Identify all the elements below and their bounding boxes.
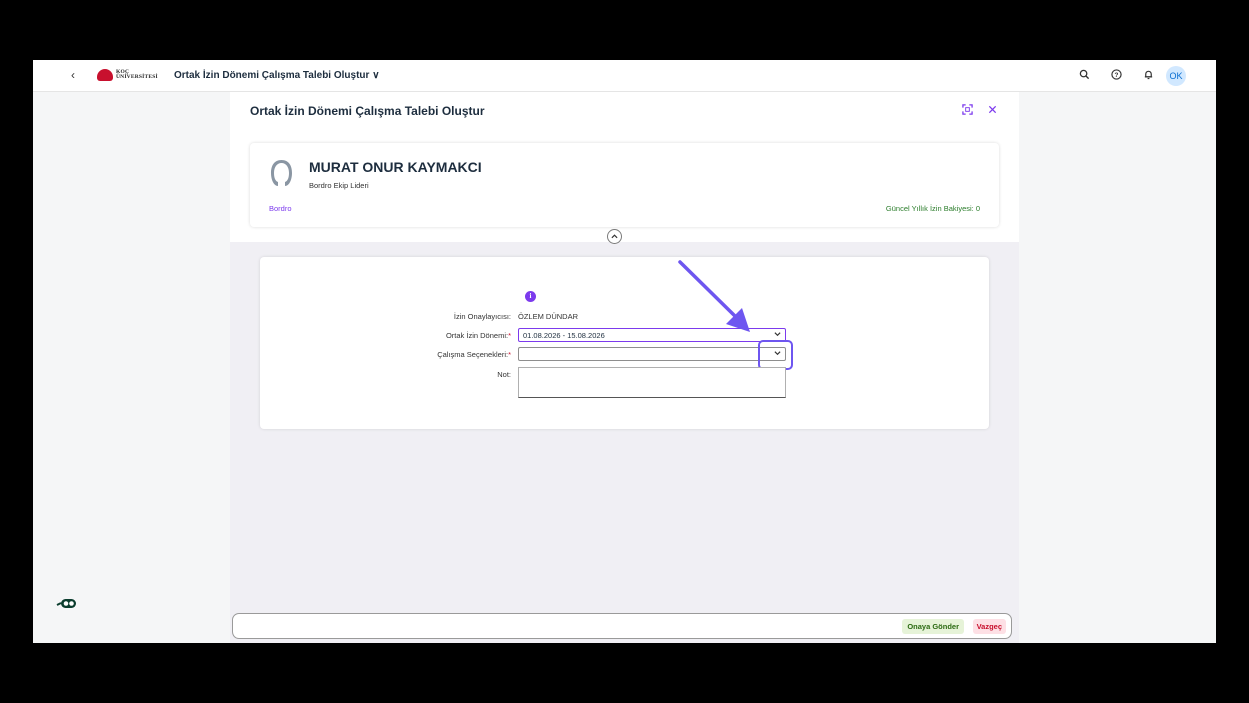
note-textarea[interactable] (518, 367, 786, 398)
employee-card: MURAT ONUR KAYMAKCI Bordro Ekip Lideri B… (250, 143, 999, 227)
logo-mark-icon (97, 69, 113, 81)
close-icon[interactable] (985, 104, 999, 118)
person-placeholder-icon (271, 160, 292, 186)
dropdown-highlight-box (758, 340, 793, 370)
options-label: Çalışma Seçenekleri:* (437, 350, 511, 359)
back-icon[interactable]: ‹ (71, 68, 75, 82)
employee-department-link[interactable]: Bordro (269, 204, 292, 213)
app-window: ‹ KOÇ ÜNİVERSİTESİ Ortak İzin Dönemi Çal… (33, 60, 1216, 643)
request-form-card: i İzin Onaylayıcısı: ÖZLEM DÜNDAR Ortak … (260, 257, 989, 429)
logo-text: KOÇ ÜNİVERSİTESİ (116, 69, 158, 80)
note-label: Not: (497, 370, 511, 379)
svg-text:?: ? (1114, 72, 1118, 79)
bell-icon[interactable] (1141, 69, 1155, 83)
collapse-header-button[interactable] (607, 229, 622, 244)
required-mark: * (508, 350, 511, 359)
logo-line-2: ÜNİVERSİTESİ (116, 74, 158, 80)
period-label: Ortak İzin Dönemi:* (446, 331, 511, 340)
approver-label: İzin Onaylayıcısı: (453, 312, 511, 321)
period-select-value: 01.08.2026 - 15.08.2026 (523, 331, 605, 340)
period-select[interactable]: 01.08.2026 - 15.08.2026 (518, 328, 786, 342)
approver-value: ÖZLEM DÜNDAR (518, 312, 579, 321)
footer-toolbar: Onaya Gönder Vazgeç (232, 613, 1012, 639)
cancel-button[interactable]: Vazgeç (972, 619, 1006, 634)
employee-role: Bordro Ekip Lideri (309, 181, 369, 190)
app-title-menu[interactable]: Ortak İzin Dönemi Çalışma Talebi Oluştur… (174, 70, 380, 81)
help-icon[interactable]: ? (1109, 69, 1123, 83)
assistant-bot-icon[interactable] (56, 597, 78, 611)
leave-balance: Güncel Yıllık İzin Bakiyesi: 0 (885, 204, 980, 213)
required-mark: * (508, 331, 511, 340)
shell-bar: ‹ KOÇ ÜNİVERSİTESİ Ortak İzin Dönemi Çal… (33, 60, 1216, 92)
options-label-text: Çalışma Seçenekleri: (437, 350, 509, 359)
chevron-down-icon[interactable] (772, 331, 782, 339)
university-logo[interactable]: KOÇ ÜNİVERSİTESİ (97, 69, 158, 81)
dialog-panel: Ortak İzin Dönemi Çalışma Talebi Oluştur… (230, 92, 1019, 643)
work-options-select[interactable] (518, 347, 786, 361)
page-title: Ortak İzin Dönemi Çalışma Talebi Oluştur (250, 104, 485, 118)
search-icon[interactable] (1077, 69, 1091, 83)
fullscreen-icon[interactable] (960, 104, 974, 118)
period-label-text: Ortak İzin Dönemi: (445, 331, 509, 340)
send-for-approval-button[interactable]: Onaya Gönder (902, 619, 964, 634)
user-avatar[interactable]: OK (1166, 66, 1186, 86)
info-icon[interactable]: i (525, 291, 536, 302)
employee-name: MURAT ONUR KAYMAKCI (309, 159, 482, 175)
